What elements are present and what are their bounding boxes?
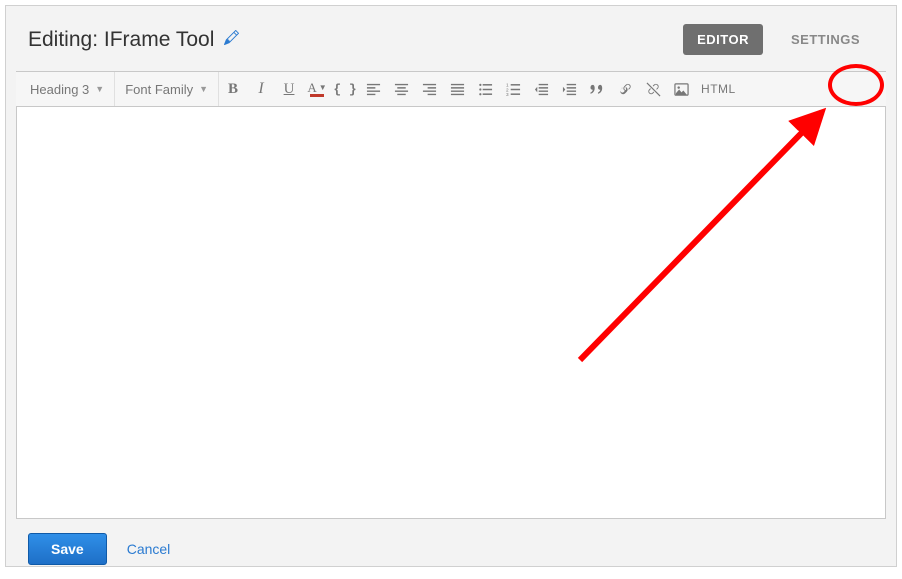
unlink-button[interactable]: [639, 72, 667, 106]
save-button[interactable]: Save: [28, 533, 107, 565]
bullet-list-button[interactable]: [471, 72, 499, 106]
text-color-a: A: [307, 81, 316, 94]
text-color-button[interactable]: A ▼: [303, 72, 331, 106]
tab-bar: EDITOR SETTINGS: [683, 24, 874, 55]
font-select-label: Font Family: [125, 82, 193, 97]
format-select-label: Heading 3: [30, 82, 89, 97]
svg-text:3: 3: [506, 92, 509, 97]
caret-down-icon: ▼: [95, 84, 104, 94]
image-button[interactable]: [667, 72, 695, 106]
align-justify-button[interactable]: [443, 72, 471, 106]
outdent-button[interactable]: [527, 72, 555, 106]
align-right-button[interactable]: [415, 72, 443, 106]
align-left-button[interactable]: [359, 72, 387, 106]
cancel-link[interactable]: Cancel: [127, 541, 171, 557]
page-title: Editing: IFrame Tool: [28, 28, 214, 52]
caret-down-icon: ▼: [199, 84, 208, 94]
bold-button[interactable]: B: [219, 72, 247, 106]
numbered-list-button[interactable]: 123: [499, 72, 527, 106]
panel-header: Editing: IFrame Tool EDITOR SETTINGS: [6, 6, 896, 71]
editor-panel: Editing: IFrame Tool EDITOR SETTINGS Hea…: [5, 5, 897, 567]
tab-settings[interactable]: SETTINGS: [777, 24, 874, 55]
pencil-icon[interactable]: [224, 30, 239, 49]
font-family-select[interactable]: Font Family ▼: [115, 72, 219, 106]
html-source-button[interactable]: HTML: [695, 72, 742, 106]
panel-footer: Save Cancel: [6, 519, 896, 579]
italic-button[interactable]: I: [247, 72, 275, 106]
underline-button[interactable]: U: [275, 72, 303, 106]
title-wrap: Editing: IFrame Tool: [28, 28, 239, 52]
caret-down-icon: ▼: [319, 84, 327, 92]
format-select[interactable]: Heading 3 ▼: [20, 72, 115, 106]
editor-toolbar: Heading 3 ▼ Font Family ▼ B I U A ▼ { }: [16, 71, 886, 107]
link-button[interactable]: [611, 72, 639, 106]
blockquote-button[interactable]: [583, 72, 611, 106]
tab-editor[interactable]: EDITOR: [683, 24, 763, 55]
text-color-bar: [310, 94, 324, 97]
indent-button[interactable]: [555, 72, 583, 106]
code-block-button[interactable]: { }: [331, 72, 359, 106]
align-center-button[interactable]: [387, 72, 415, 106]
editor-content-area[interactable]: [16, 107, 886, 519]
